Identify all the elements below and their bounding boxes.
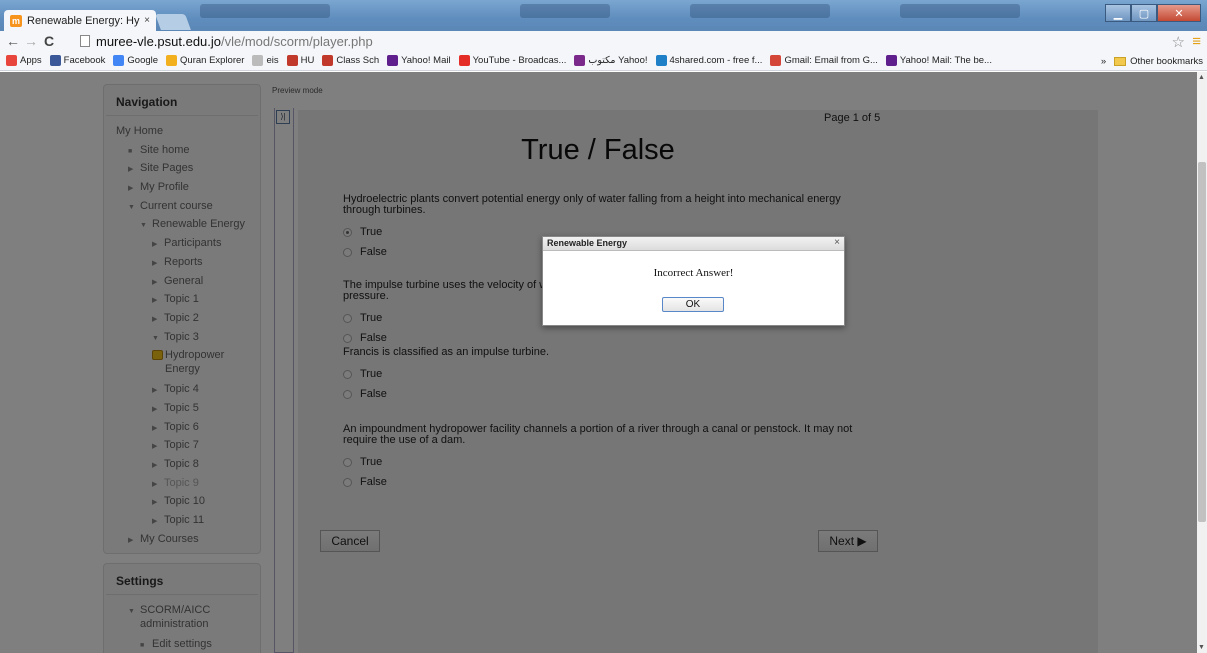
hu-icon: [286, 55, 298, 66]
ok-button[interactable]: OK: [662, 297, 724, 312]
bookmark-item[interactable]: Yahoo! Mail: The be...: [885, 55, 992, 66]
bookmark-label: Gmail: Email from G...: [784, 55, 878, 66]
reload-icon[interactable]: C: [40, 33, 58, 49]
bookmark-item[interactable]: HU: [286, 55, 315, 66]
url-path: /vle/mod/scorm/player.php: [221, 33, 373, 49]
back-arrow-icon[interactable]: ←: [4, 33, 22, 49]
bookmark-label: 4shared.com - free f...: [669, 55, 763, 66]
bookmark-label: YouTube - Broadcas...: [472, 55, 567, 66]
gmail-icon: [770, 55, 782, 66]
dialog-title: Renewable Energy: [547, 238, 628, 248]
titlebar-decoration: [900, 4, 1020, 18]
browser-toolbar: ← → C muree-vle.psut.edu.jo/vle/mod/scor…: [0, 31, 1207, 51]
browser-tab[interactable]: m Renewable Energy: Hydro ×: [4, 10, 156, 31]
titlebar-decoration: [520, 4, 610, 18]
bookmark-item[interactable]: Google: [113, 55, 158, 66]
bookmark-label: Yahoo! Mail: The be...: [899, 55, 992, 66]
bookmarks-bar: Apps Facebook Google Quran Explorer eis HU Cla…: [0, 51, 1207, 71]
bookmark-item[interactable]: Class Sch: [322, 55, 379, 66]
moon-icon: [166, 55, 178, 66]
hu-icon: [322, 55, 334, 66]
bookmark-item[interactable]: YouTube - Broadcas...: [458, 55, 567, 66]
window-close-icon[interactable]: ✕: [1157, 4, 1201, 22]
tab-close-icon[interactable]: ×: [144, 15, 150, 26]
tab-title: Renewable Energy: Hydro: [27, 14, 140, 27]
bookmarks-bar-right: » Other bookmarks: [1101, 51, 1203, 70]
bookmark-item[interactable]: Yahoo! Mail: [387, 55, 451, 66]
bookmark-label: Apps: [20, 55, 42, 66]
bookmark-star-icon[interactable]: ☆: [1172, 33, 1185, 51]
other-bookmarks-link[interactable]: Other bookmarks: [1130, 56, 1203, 67]
bookmark-label: Quran Explorer: [180, 55, 245, 66]
youtube-icon: [458, 55, 470, 66]
moodle-icon: m: [10, 14, 22, 27]
page-icon: [80, 35, 90, 47]
facebook-icon: [49, 55, 61, 66]
bookmark-item[interactable]: Gmail: Email from G...: [770, 55, 878, 66]
more-bookmarks-icon[interactable]: »: [1101, 56, 1106, 67]
modal-overlay: [0, 72, 1197, 653]
dialog-close-icon[interactable]: ×: [834, 237, 840, 248]
bookmark-label: eis: [266, 55, 279, 66]
dialog-message: Incorrect Answer!: [653, 267, 734, 279]
4shared-icon: [655, 55, 667, 66]
bookmark-label: Yahoo! Mail: [401, 55, 451, 66]
bookmark-item[interactable]: Apps: [6, 55, 42, 66]
titlebar-decoration: [690, 4, 830, 18]
bookmark-label: HU: [300, 55, 315, 66]
scroll-up-icon[interactable]: ▲: [1198, 74, 1205, 81]
minimize-icon[interactable]: ▁: [1105, 4, 1131, 22]
bookmark-item[interactable]: مكتوب Yahoo!: [574, 55, 648, 66]
scroll-down-icon[interactable]: ▼: [1198, 644, 1205, 651]
titlebar-decoration: [200, 4, 330, 18]
bookmark-label: مكتوب Yahoo!: [588, 55, 648, 66]
page-viewport: Navigation My Home■Site home▶Site Pages▶…: [0, 72, 1197, 653]
scrollbar-thumb[interactable]: [1198, 162, 1206, 522]
forward-arrow-icon[interactable]: →: [22, 33, 40, 49]
address-bar[interactable]: muree-vle.psut.edu.jo/vle/mod/scorm/play…: [80, 33, 1190, 49]
bookmark-label: Facebook: [63, 55, 106, 66]
bookmark-item[interactable]: 4shared.com - free f...: [655, 55, 763, 66]
vertical-scrollbar[interactable]: ▲ ▼: [1197, 72, 1207, 653]
alert-dialog: Renewable Energy × Incorrect Answer! OK: [542, 236, 845, 326]
new-tab-button[interactable]: [155, 14, 191, 30]
yahoo-icon: [387, 55, 399, 66]
folder-icon: [1114, 56, 1127, 66]
bookmark-item[interactable]: Quran Explorer: [166, 55, 244, 66]
bookmark-label: Google: [127, 55, 159, 66]
bookmark-label: Class Sch: [336, 55, 380, 66]
bookmark-item[interactable]: eis: [252, 55, 279, 66]
browser-menu-icon[interactable]: ≡: [1192, 33, 1201, 50]
url-host: muree-vle.psut.edu.jo: [96, 33, 222, 49]
maximize-icon[interactable]: ▢: [1131, 4, 1157, 22]
dialog-titlebar: Renewable Energy ×: [543, 237, 844, 251]
google-icon: [113, 55, 125, 66]
yahoo-icon: [885, 55, 897, 66]
apps-grid-icon: [6, 55, 17, 66]
page-icon: [252, 55, 264, 66]
maktoob-icon: [574, 55, 586, 66]
bookmark-item[interactable]: Facebook: [49, 55, 106, 66]
window-titlebar: m Renewable Energy: Hydro × ▁ ▢ ✕: [0, 0, 1207, 31]
window-controls: ▁ ▢ ✕: [1105, 4, 1201, 22]
